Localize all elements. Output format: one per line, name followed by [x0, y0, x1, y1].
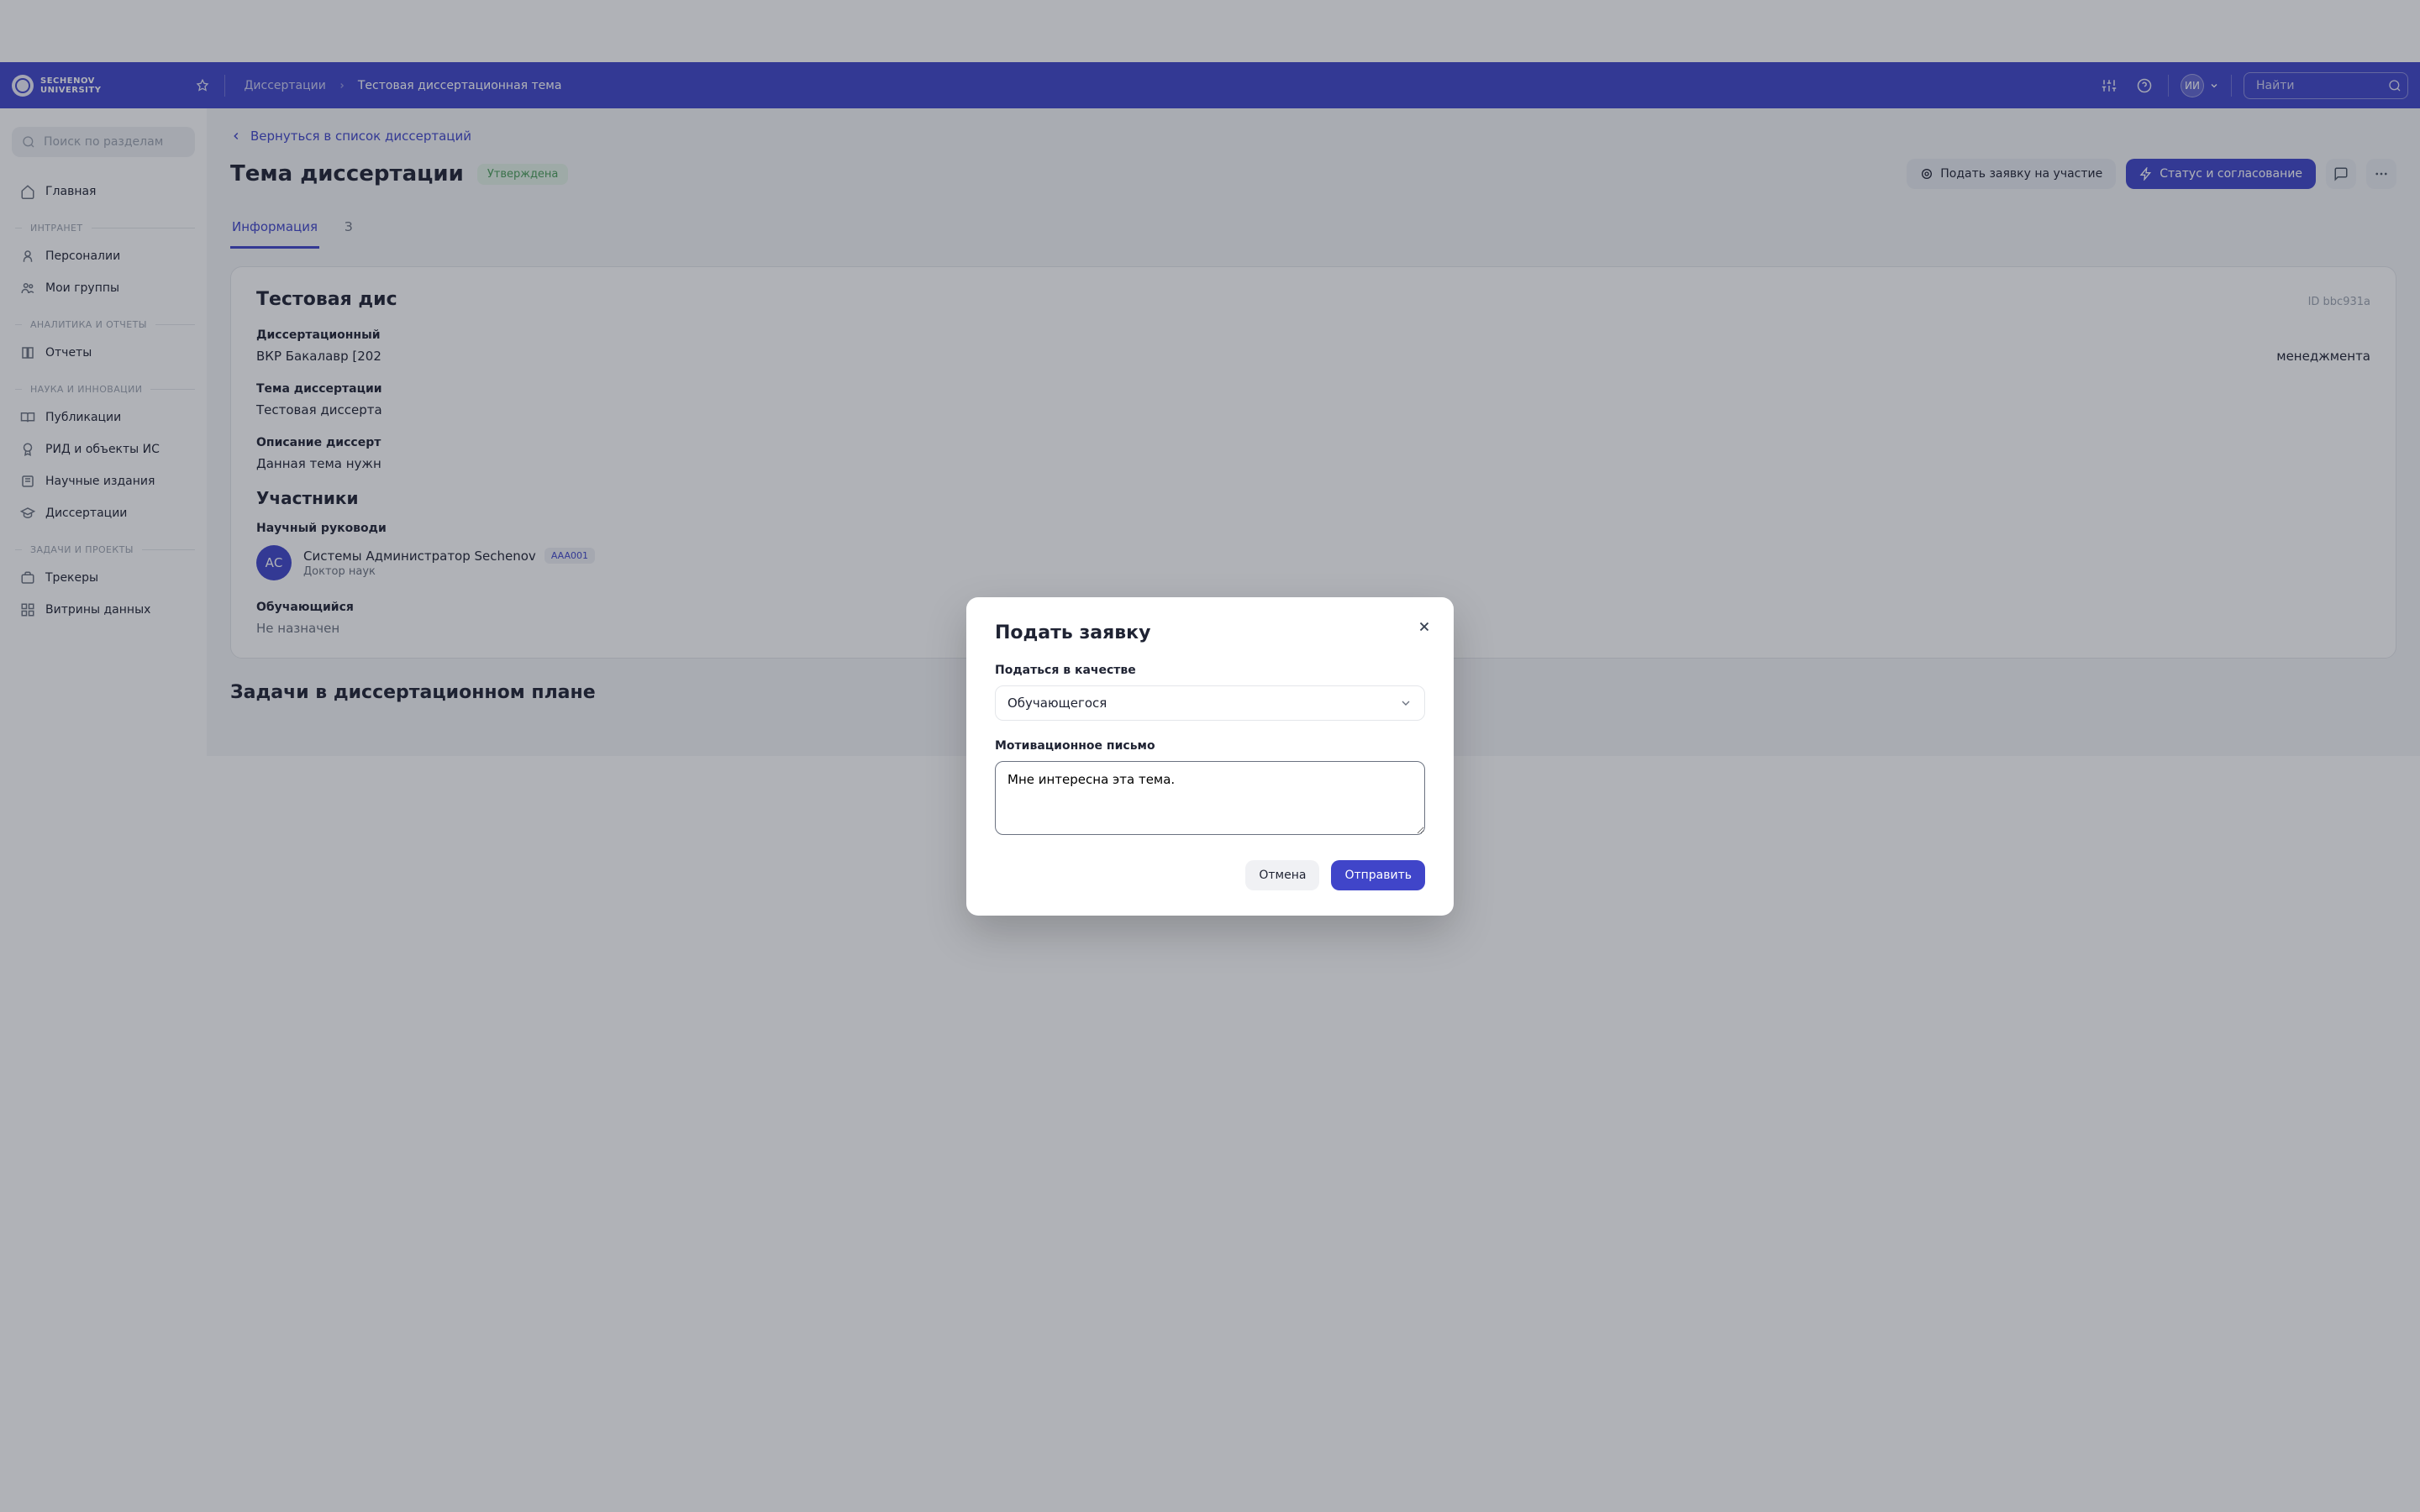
role-select-value: Обучающегося	[1007, 696, 1107, 711]
submit-button[interactable]: Отправить	[1331, 860, 1425, 890]
close-icon	[1417, 619, 1432, 634]
close-button[interactable]	[1417, 619, 1432, 634]
letter-textarea[interactable]	[995, 761, 1425, 835]
chevron-down-icon	[1399, 696, 1413, 710]
apply-modal: Подать заявку Податься в качестве Обучаю…	[966, 597, 1454, 916]
letter-label: Мотивационное письмо	[995, 739, 1425, 753]
role-select[interactable]: Обучающегося	[995, 685, 1425, 721]
modal-overlay[interactable]: Подать заявку Податься в качестве Обучаю…	[0, 0, 2420, 1512]
role-label: Податься в качестве	[995, 664, 1425, 677]
modal-title: Подать заявку	[995, 622, 1425, 643]
cancel-button[interactable]: Отмена	[1245, 860, 1319, 890]
